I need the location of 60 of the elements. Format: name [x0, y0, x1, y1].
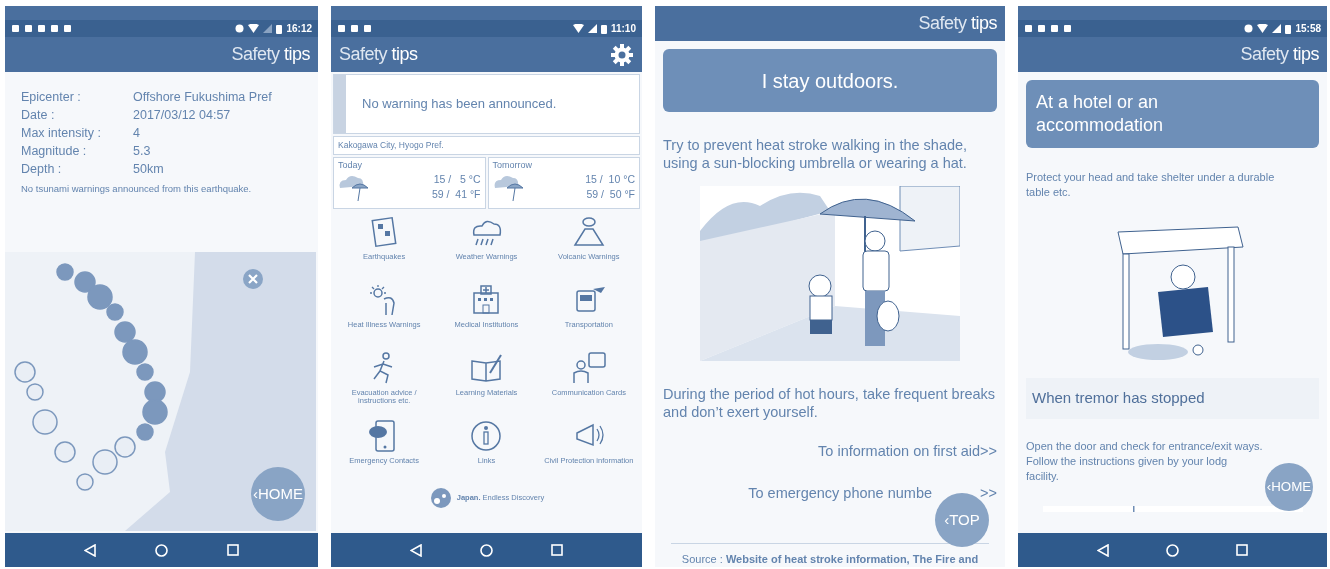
forecast-day: Today [338, 158, 481, 173]
forecast-day: Tomorrow [492, 158, 635, 173]
app-title: Safety tips [1240, 43, 1319, 66]
detail-value: 2017/03/12 04:57 [133, 107, 231, 124]
detail-value: 4 [133, 125, 140, 142]
globe-logo-icon [428, 486, 453, 509]
warning-message: No warning has been announced. [362, 95, 557, 114]
link[interactable]: To emergency phone numbe [748, 482, 933, 505]
source-text: Source : Website of heat stroke information, The Fire and [680, 551, 980, 567]
signal-icon [587, 24, 597, 33]
app-title: Safety tips [231, 43, 310, 66]
paragraph: Protect your head and take shelter under a durable table etc. [1026, 170, 1276, 200]
temperature-celsius: 15 / 5 °C [432, 172, 481, 188]
speech-bubble-icon [570, 350, 607, 385]
detail-label: Epicenter : [21, 89, 82, 106]
status-time: 11:10 [610, 22, 636, 36]
heading-card: I stay outdoors. [663, 49, 997, 112]
back-icon[interactable] [84, 543, 97, 557]
detail-label: Max intensity : [21, 125, 102, 142]
settings-icon[interactable] [610, 42, 634, 67]
location-label: Kakogawa City, Hyogo Pref. [333, 136, 640, 155]
subheading: When tremor has stopped [1026, 378, 1319, 419]
home-icon[interactable] [155, 543, 168, 557]
battery-icon [1285, 23, 1292, 34]
home-icon[interactable] [1166, 543, 1179, 557]
wifi-icon [1257, 24, 1269, 33]
temperature-fahrenheit: 59 / 41 °F [431, 187, 481, 203]
temperature-fahrenheit: 59 / 50 °F [585, 187, 635, 203]
recent-apps-icon[interactable] [226, 544, 239, 556]
status-dot-icon [1244, 24, 1254, 33]
paragraph: During the period of hot hours, take frequent breaks and don’t exert yourself. [663, 385, 997, 421]
signal-icon [263, 24, 273, 33]
back-icon[interactable] [1096, 543, 1109, 557]
detail-label: Date : [21, 107, 56, 124]
floating-button[interactable]: ‹HOME [1265, 463, 1313, 511]
note-text: No tsunami warnings announced from this earthquake. [21, 182, 253, 196]
status-dot-icon [235, 24, 245, 33]
detail-label: Depth : [21, 161, 63, 178]
back-icon[interactable] [410, 543, 422, 557]
battery-icon [276, 23, 283, 34]
recent-apps-icon[interactable] [1236, 544, 1249, 556]
app-title: Safety tips [339, 43, 418, 66]
heading-card: At a hotel or an accommodation [1026, 80, 1319, 148]
detail-label: Magnitude : [21, 143, 88, 160]
status-time: 15:58 [1295, 22, 1321, 36]
wifi-icon [248, 24, 260, 33]
link[interactable]: To information on first aid>> [818, 441, 997, 463]
detail-value: 5.3 [133, 143, 151, 160]
home-icon[interactable] [480, 543, 493, 557]
wifi-icon [572, 24, 584, 33]
detail-value: Offshore Fukushima Pref [133, 89, 272, 106]
detail-value: 50km [133, 161, 164, 178]
signal-icon [1272, 24, 1282, 33]
paragraph: Try to prevent heat stroke walking in the shade, using a sun-blocking umbrella or wearing a hat. [663, 136, 969, 172]
temperature-celsius: 15 / 10 °C [585, 172, 635, 188]
paragraph: Open the door and check for entrance/exit ways. Follow the instructions given by your lodg facility. [1026, 438, 1264, 484]
recent-apps-icon[interactable] [551, 544, 563, 556]
battery-icon [600, 23, 607, 34]
app-title: Safety tips [918, 12, 997, 35]
status-time: 16:12 [286, 22, 312, 36]
